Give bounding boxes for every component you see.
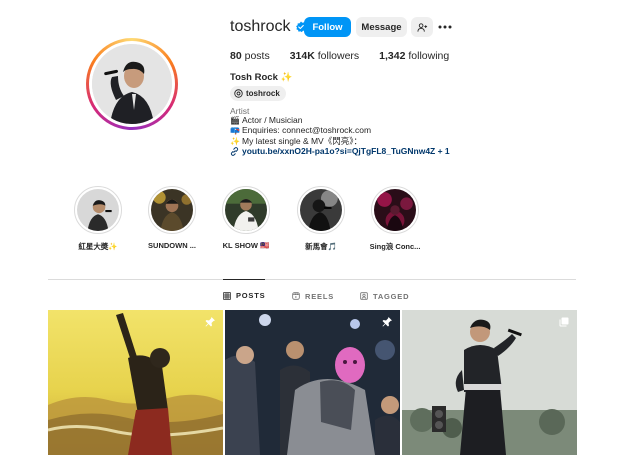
bio-text: Actor / Musician [242,115,303,125]
profile-full-name: Tosh Rock ✨ [230,72,293,83]
tab-label: REELS [305,291,335,301]
highlight-image [374,189,416,231]
threads-handle: toshrock [246,89,280,98]
bio-link[interactable]: youtu.be/xxnO2H-pa1o?si=QjTgFL8_TuGNnw4Z… [242,146,450,156]
highlight-label: 新馬會🎵 [305,242,337,251]
link-icon [230,146,239,156]
pin-icon [382,317,392,327]
username: toshrock [230,18,291,35]
post-thumbnail[interactable] [225,310,400,455]
highlight-image [300,189,342,231]
highlight-cover [222,186,270,234]
profile-stats: 80 posts 314K followers 1,342 following [230,50,469,62]
tab-label: POSTS [236,291,266,300]
post-image [48,310,223,455]
highlight-image [225,189,267,231]
followers-link[interactable]: 314K followers [290,50,359,62]
follow-button[interactable]: Follow [304,17,351,37]
avatar-border [89,41,175,127]
pin-icon [205,317,215,327]
following-link[interactable]: 1,342 following [379,50,449,62]
reels-icon [292,292,300,300]
bio-link-row[interactable]: youtu.be/xxnO2H-pa1o?si=QjTgFL8_TuGNnw4Z… [230,146,450,156]
highlight-cover [371,186,419,234]
bio-line: 📪 Enquiries: connect@toshrock.com [230,125,371,135]
add-person-icon [416,22,427,32]
bio-text: Enquiries: connect@toshrock.com [242,125,372,135]
highlight-item[interactable]: SUNDOWN ... [135,186,209,250]
post-thumbnail[interactable] [402,310,577,455]
profile-avatar[interactable] [86,38,178,130]
message-button[interactable]: Message [356,17,407,37]
more-horizontal-icon [438,25,452,29]
highlight-cover [74,186,122,234]
highlight-label: Sing浪 Conc... [369,242,421,251]
tagged-icon [360,292,368,300]
highlight-image [151,189,193,231]
post-image [402,310,577,455]
highlight-item[interactable]: Sing浪 Conc... [358,186,432,252]
highlight-item[interactable]: KL SHOW 🇲🇾 [209,186,283,250]
threads-badge[interactable]: toshrock [230,86,286,101]
highlight-label: KL SHOW 🇲🇾 [222,241,270,250]
bio-emoji: 🎬 [230,115,240,125]
suggested-accounts-button[interactable] [411,17,433,37]
tab-posts[interactable]: POSTS [223,279,266,311]
highlight-label: 紅星大奬✨ [78,242,118,251]
tab-label: TAGGED [373,291,410,301]
highlight-item[interactable]: 新馬會🎵 [284,186,358,252]
bio-emoji: ✨ [230,136,240,146]
bio-line: 🎬 Actor / Musician [230,115,302,125]
carousel-icon [559,317,569,327]
highlight-item[interactable]: 紅星大奬✨ [61,186,135,252]
highlight-cover [297,186,345,234]
posts-count: 80 posts [230,50,270,62]
grid-icon [223,291,231,300]
post-image [225,310,400,455]
bio-emoji: 📪 [230,125,240,135]
highlight-cover [148,186,196,234]
highlight-label: SUNDOWN ... [148,241,196,250]
avatar-photo [92,44,172,124]
tab-reels[interactable]: REELS [292,280,334,312]
more-options-button[interactable] [438,17,452,37]
threads-icon [234,89,243,98]
highlight-image [77,189,119,231]
username-row: toshrock [230,16,307,38]
post-thumbnail[interactable] [48,310,223,455]
tab-tagged[interactable]: TAGGED [360,280,409,312]
